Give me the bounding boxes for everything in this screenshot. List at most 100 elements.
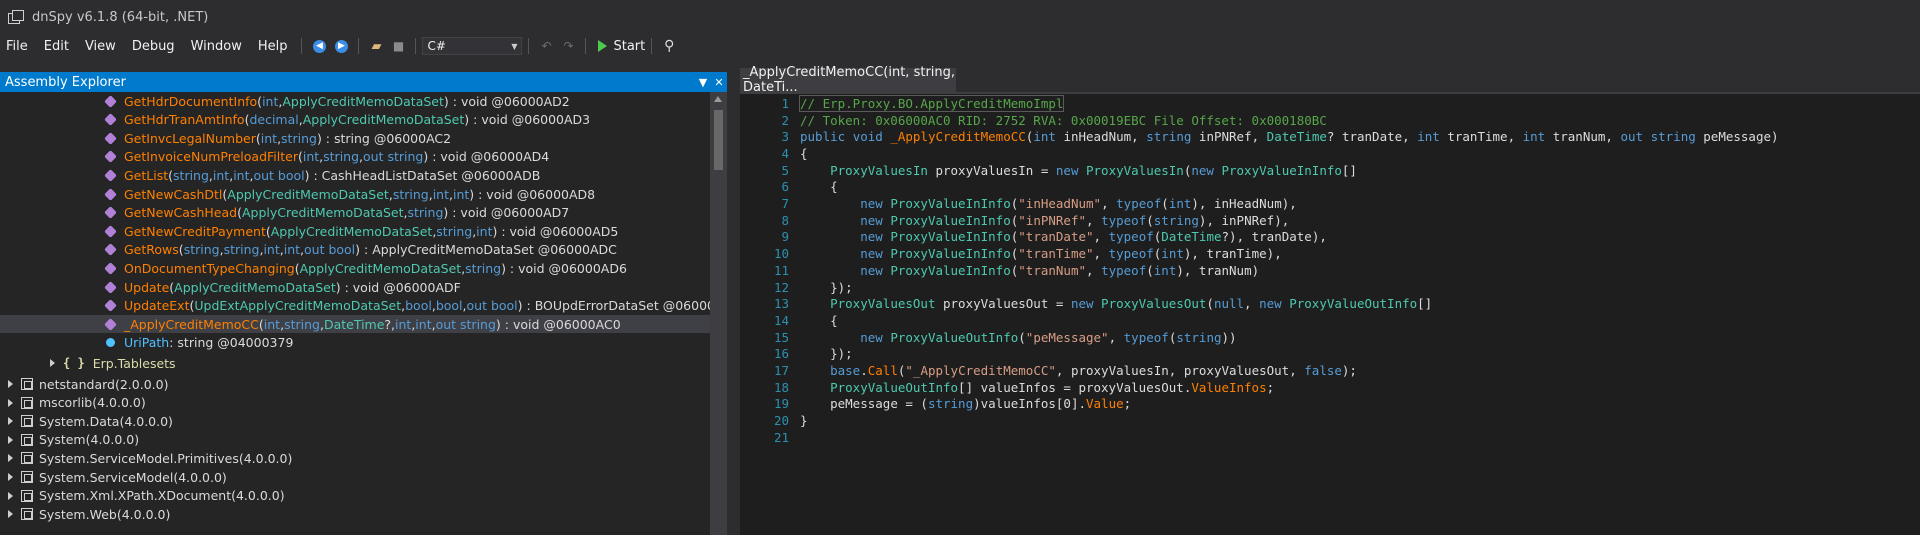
menu-debug[interactable]: Debug [124, 39, 183, 54]
tree-assembly-row[interactable]: System.ServiceModel (4.0.0.0) [0, 468, 710, 486]
code-line[interactable]: 17 base.Call("_ApplyCreditMemoCC", proxy… [740, 362, 1920, 379]
tree-assembly-row[interactable]: mscorlib (4.0.0.0) [0, 394, 710, 412]
signature-part: out bool [466, 298, 518, 314]
code-token: ProxyValuesIn [1086, 162, 1184, 178]
code-line[interactable]: 1 // Erp.Proxy.BO.ApplyCreditMemoImpl [740, 94, 1920, 112]
expand-arrow-icon[interactable] [8, 435, 13, 444]
navigate-forward-button[interactable]: ▶ [332, 37, 350, 55]
tree-method-row[interactable]: GetHdrTranAmtInfo(decimal, ApplyCreditMe… [0, 111, 710, 129]
code-token: "tranDate" [1018, 229, 1094, 245]
pane-close-button[interactable]: ✕ [711, 76, 727, 89]
code-line[interactable]: 2 // Token: 0x06000AC0 RID: 2752 RVA: 0x0… [740, 112, 1920, 129]
tree-method-row[interactable]: GetRows(string, string, int, int, out bo… [0, 241, 710, 259]
navigate-back-button[interactable]: ◀ [310, 37, 328, 55]
tree-method-row[interactable]: GetInvcLegalNumber(int, string) : string… [0, 129, 710, 147]
code-line[interactable]: 7 new ProxyValueInInfo ("inHeadNum", type… [740, 195, 1920, 212]
code-token: )) [1221, 329, 1237, 345]
code-token: tranDate [1251, 229, 1312, 245]
code-token: proxyValuesIn = [935, 162, 1056, 178]
code-line[interactable]: 21 [740, 429, 1920, 446]
expand-arrow-icon[interactable] [50, 359, 55, 368]
tree-assembly-row[interactable]: netstandard (2.0.0.0) [0, 375, 710, 393]
expand-arrow-icon[interactable] [8, 510, 13, 519]
start-debugging-button[interactable]: Start [598, 39, 645, 54]
signature-part: ApplyCreditMemoDataSet [302, 112, 465, 128]
signature-part: out string [435, 316, 496, 332]
tree-assembly-row[interactable]: System.ServiceModel.Primitives (4.0.0.0) [0, 449, 710, 467]
code-line[interactable]: 16 }); [740, 346, 1920, 363]
expand-arrow-icon[interactable] [8, 380, 13, 388]
open-folder-icon: ▰ [371, 38, 382, 54]
code-line[interactable]: 15 new ProxyValueOutInfo("peMessage", ty… [740, 329, 1920, 346]
code-line[interactable]: 10 new ProxyValueInInfo("tranTime", type… [740, 245, 1920, 262]
pane-splitter[interactable] [727, 58, 740, 535]
code-line[interactable]: 5 ProxyValuesIn proxyValuesIn = new Prox… [740, 162, 1920, 179]
code-line[interactable]: 20} [740, 412, 1920, 429]
code-token: , [1093, 246, 1109, 262]
code-token: tranTime [1447, 129, 1508, 145]
expand-arrow-icon[interactable] [8, 417, 13, 426]
tree-method-row[interactable]: GetNewCreditPayment(ApplyCreditMemoDataS… [0, 222, 710, 240]
tree-method-row[interactable]: _ApplyCreditMemoCC(int, string, DateTime… [0, 315, 710, 334]
tree-method-row[interactable]: GetHdrDocumentInfo(int, ApplyCreditMemoD… [0, 92, 710, 110]
code-line[interactable]: 8 new ProxyValueInInfo ("inPNRef", typeof… [740, 212, 1920, 229]
tree-method-row[interactable]: UpdateExt(UpdExtApplyCreditMemoDataSet, … [0, 297, 710, 315]
tree-assembly-row[interactable]: System (4.0.0.0) [0, 431, 710, 449]
tree-field-row[interactable]: UriPath : string @04000379 [0, 334, 710, 352]
toolbar-separator [651, 38, 653, 54]
code-line[interactable]: 14 { [740, 312, 1920, 329]
redo-button[interactable]: ↷ [559, 37, 577, 55]
signature-part: int [233, 167, 250, 183]
language-select[interactable]: C# ▼ [422, 37, 523, 55]
code-line[interactable]: 13 ProxyValuesOut proxyValuesOut = new P… [740, 295, 1920, 312]
open-button[interactable]: ▰ [367, 37, 385, 55]
undo-button[interactable]: ↶ [537, 37, 555, 55]
tree-assembly-row[interactable]: System.Data (4.0.0.0) [0, 412, 710, 430]
tree-method-row[interactable]: GetNewCashDtl(ApplyCreditMemoDataSet, st… [0, 185, 710, 203]
code-line[interactable]: 18 ProxyValueOutInfo[] valueInfos = prox… [740, 379, 1920, 396]
code-editor[interactable]: 1 // Erp.Proxy.BO.ApplyCreditMemoImpl 2 // … [740, 94, 1920, 535]
menu-view[interactable]: View [77, 39, 124, 54]
expand-arrow-icon[interactable] [8, 454, 13, 463]
menu-file[interactable]: File [0, 39, 36, 54]
tree-method-row[interactable]: GetInvoiceNumPreloadFilter(int, string, … [0, 148, 710, 166]
tab-apply-credit-memo-cc[interactable]: _ApplyCreditMemoCC(int, string, DateTi..… [740, 65, 956, 95]
expand-arrow-icon[interactable] [8, 491, 13, 500]
code-line[interactable]: 12 }); [740, 279, 1920, 296]
tree-assembly-row[interactable]: System.Web (4.0.0.0) [0, 505, 710, 523]
tree-method-row[interactable]: Update(ApplyCreditMemoDataSet) : void @0… [0, 278, 710, 296]
code-token: , [1605, 129, 1621, 145]
tree-method-row[interactable]: GetNewCashHead(ApplyCreditMemoDataSet, s… [0, 204, 710, 222]
code-line[interactable]: 9 new ProxyValueInInfo("tranDate", typeo… [740, 229, 1920, 246]
pane-options-dropdown[interactable]: ▼ [695, 76, 711, 89]
save-all-button[interactable]: ■ [389, 37, 407, 55]
code-token: ProxyValueOutInfo [890, 329, 1019, 345]
search-button[interactable]: ⚲ [660, 37, 678, 55]
menu-help[interactable]: Help [250, 39, 296, 54]
code-line[interactable]: 11 new ProxyValueInInfo ("tranNum", typeo… [740, 262, 1920, 279]
expand-arrow-icon[interactable] [8, 398, 13, 407]
code-token: proxyValuesOut = [943, 296, 1071, 312]
menu-window[interactable]: Window [183, 39, 250, 54]
code-line[interactable]: 6 { [740, 179, 1920, 196]
tree-method-row[interactable]: OnDocumentTypeChanging(ApplyCreditMemoDa… [0, 259, 710, 277]
line-number: 7 [781, 196, 789, 212]
expand-arrow-icon[interactable] [8, 473, 13, 481]
member-name: GetInvoiceNumPreloadFilter [124, 149, 298, 165]
signature-part: int [415, 316, 432, 332]
tree-namespace-row[interactable]: { } Erp.Tablesets [0, 354, 710, 372]
code-line[interactable]: 19 peMessage = (string)valueInfos[0].Val… [740, 396, 1920, 413]
assembly-explorer-tree[interactable]: GetHdrDocumentInfo(int, ApplyCreditMemoD… [0, 92, 710, 535]
explorer-scrollbar[interactable] [710, 92, 727, 535]
tree-method-row[interactable]: GetList(string, int, int, out bool) : Ca… [0, 166, 710, 184]
menu-edit[interactable]: Edit [36, 39, 77, 54]
window-title: dnSpy v6.1.8 (64-bit, .NET) [32, 9, 209, 25]
scrollbar-thumb[interactable] [714, 110, 723, 170]
code-line[interactable]: 4{ [740, 145, 1920, 162]
code-line[interactable]: 3 public void _ApplyCreditMemoCC(int inHe… [740, 128, 1920, 145]
member-signature-suffix: ) : CashHeadListDataSet @06000ADB [304, 167, 541, 183]
signature-part: int [476, 223, 493, 239]
scroll-up-arrow-icon[interactable] [714, 96, 722, 102]
tree-assembly-row[interactable]: System.Xml.XPath.XDocument (4.0.0.0) [0, 487, 710, 505]
